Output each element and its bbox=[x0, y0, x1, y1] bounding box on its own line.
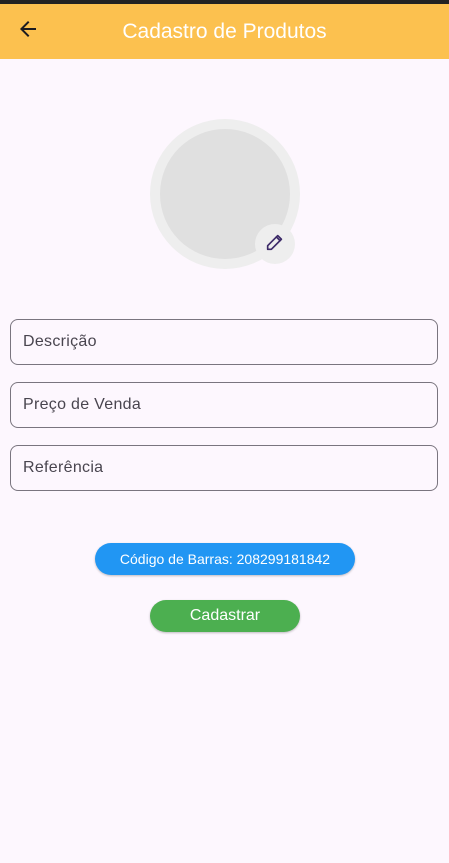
reference-field[interactable] bbox=[10, 445, 438, 491]
barcode-button-label: Código de Barras: 208299181842 bbox=[119, 551, 331, 567]
description-field[interactable] bbox=[10, 319, 438, 365]
arrow-back-icon bbox=[16, 17, 40, 46]
description-input[interactable] bbox=[11, 320, 437, 364]
edit-photo-button[interactable] bbox=[255, 224, 295, 264]
barcode-button[interactable]: Código de Barras: 208299181842 bbox=[95, 543, 355, 575]
register-button[interactable]: Cadastrar bbox=[150, 600, 300, 632]
pencil-icon bbox=[264, 231, 286, 258]
sale-price-input[interactable] bbox=[11, 383, 437, 427]
app-bar: Cadastro de Produtos bbox=[0, 4, 449, 59]
page-title: Cadastro de Produtos bbox=[122, 20, 327, 43]
sale-price-field[interactable] bbox=[10, 382, 438, 428]
register-button-label: Cadastrar bbox=[189, 607, 261, 624]
back-button[interactable] bbox=[10, 13, 46, 49]
reference-input[interactable] bbox=[11, 446, 437, 490]
